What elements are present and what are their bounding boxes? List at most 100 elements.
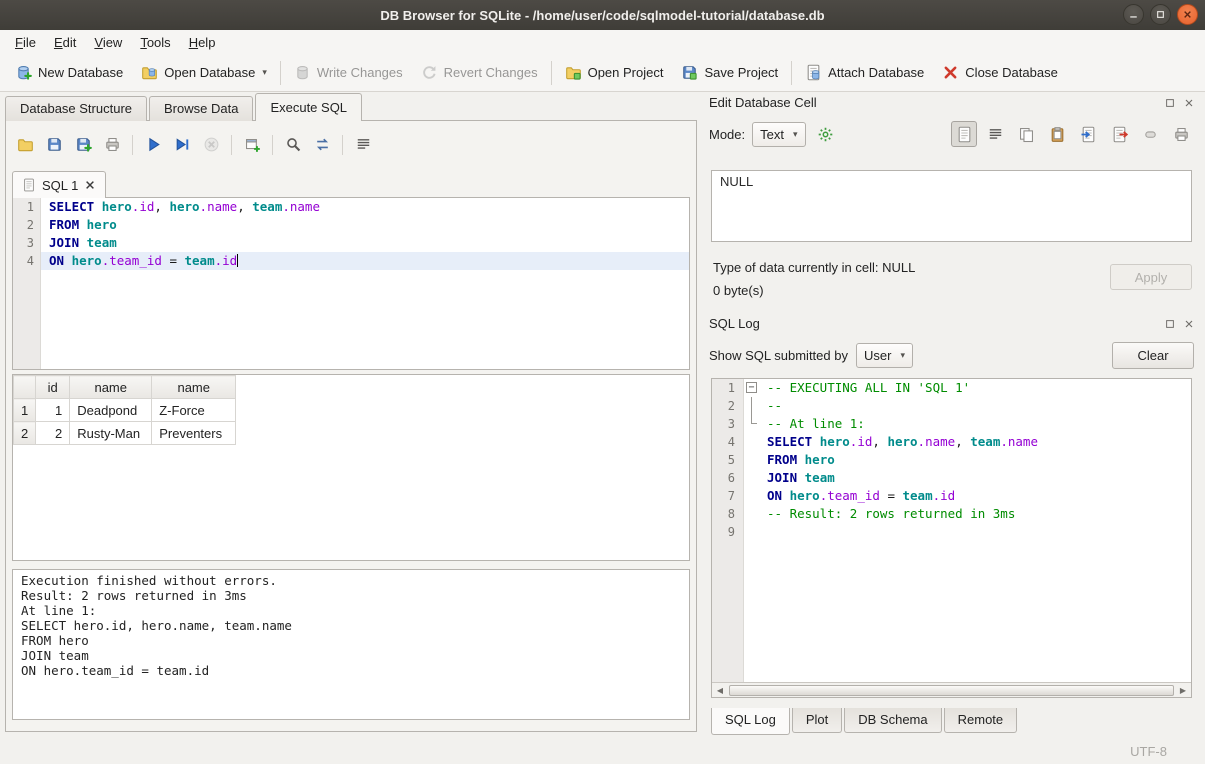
- dock-tab-plot[interactable]: Plot: [792, 708, 842, 733]
- toolbar-separator: [551, 61, 552, 85]
- code-token: hero: [72, 253, 102, 268]
- save-sql-file-button[interactable]: [41, 132, 67, 158]
- execution-message[interactable]: Execution finished without errors. Resul…: [12, 569, 690, 720]
- print-button[interactable]: [1168, 121, 1194, 147]
- import-button[interactable]: [1075, 121, 1101, 147]
- tab-database-structure[interactable]: Database Structure: [5, 96, 147, 121]
- log-horizontal-scrollbar[interactable]: ◀ ▶: [712, 682, 1191, 697]
- results-cell[interactable]: Rusty-Man: [70, 422, 152, 445]
- results-cell[interactable]: Deadpond: [70, 399, 152, 422]
- dock-tab-remote[interactable]: Remote: [944, 708, 1018, 733]
- scroll-left-icon[interactable]: ◀: [712, 686, 728, 695]
- code-text: FROM hero: [41, 216, 689, 234]
- scrollbar-thumb[interactable]: [729, 685, 1174, 696]
- menu-item-view[interactable]: View: [85, 32, 131, 53]
- close-icon: [1183, 318, 1195, 330]
- scroll-right-icon[interactable]: ▶: [1175, 686, 1191, 695]
- cell-mode-row: Mode: Text ▾: [709, 121, 1194, 147]
- new-database-button[interactable]: New Database: [6, 59, 132, 86]
- copy-icon: [1018, 126, 1035, 143]
- results-column-header[interactable]: name: [70, 376, 152, 399]
- open-project-button[interactable]: Open Project: [556, 59, 673, 86]
- code-token: .id: [215, 253, 238, 268]
- maximize-button[interactable]: [1150, 4, 1171, 25]
- menu-item-help[interactable]: Help: [180, 32, 225, 53]
- open-in-external-button[interactable]: [813, 121, 839, 147]
- results-cell[interactable]: Z-Force: [152, 399, 236, 422]
- results-column-header[interactable]: name: [152, 376, 236, 399]
- new-tab-icon: [244, 136, 261, 153]
- execute-line-button[interactable]: [169, 132, 195, 158]
- results-cell[interactable]: Preventers: [152, 422, 236, 445]
- sql-doc-tab[interactable]: SQL 1: [12, 171, 106, 198]
- execute-all-button[interactable]: [140, 132, 166, 158]
- sql-editor[interactable]: 1SELECT hero.id, hero.name, team.name2FR…: [12, 197, 690, 370]
- line-number: 9: [712, 523, 744, 541]
- paste-button[interactable]: [1044, 121, 1070, 147]
- new-tab-button[interactable]: [239, 132, 265, 158]
- format-sql-button[interactable]: [350, 132, 376, 158]
- menu-item-file[interactable]: File: [6, 32, 45, 53]
- menu-item-tools[interactable]: Tools: [131, 32, 179, 53]
- fold-margin: [744, 451, 759, 469]
- open-in-external-icon: [817, 126, 834, 143]
- toolbar-separator: [280, 61, 281, 85]
- results-row-header[interactable]: 1: [14, 399, 36, 422]
- mode-combo[interactable]: Text ▾: [752, 122, 805, 147]
- dock-tab-sql-log[interactable]: SQL Log: [711, 708, 790, 735]
- code-token: --: [767, 398, 782, 413]
- float-panel-button[interactable]: [1162, 95, 1177, 110]
- close-panel-button[interactable]: [1181, 316, 1196, 331]
- titlebar[interactable]: DB Browser for SQLite - /home/user/code/…: [0, 0, 1205, 30]
- code-text: SELECT hero.id, hero.name, team.name: [759, 433, 1191, 451]
- new-database-label: New Database: [38, 65, 123, 80]
- save-sql-as-button[interactable]: [70, 132, 96, 158]
- open-sql-file-button[interactable]: [12, 132, 38, 158]
- code-token: .name: [282, 199, 320, 214]
- table-row: 11DeadpondZ-Force: [14, 399, 236, 422]
- code-token: FROM: [767, 452, 797, 467]
- replace-button[interactable]: [309, 132, 335, 158]
- print-button[interactable]: [99, 132, 125, 158]
- menu-item-edit[interactable]: Edit: [45, 32, 85, 53]
- code-line: 4SELECT hero.id, hero.name, team.name: [712, 433, 1191, 451]
- results-column-header[interactable]: id: [36, 376, 70, 399]
- code-token: =: [162, 253, 185, 268]
- results-cell[interactable]: 1: [36, 399, 70, 422]
- export-button[interactable]: [1106, 121, 1132, 147]
- save-project-button[interactable]: Save Project: [672, 59, 787, 86]
- close-tab-icon[interactable]: [84, 179, 96, 191]
- copy-button[interactable]: [1013, 121, 1039, 147]
- open-sql-file-icon: [17, 136, 34, 153]
- window-close-icon: [1181, 8, 1194, 21]
- fold-collapse-icon[interactable]: −: [746, 382, 757, 393]
- results-row-header[interactable]: 2: [14, 422, 36, 445]
- minimize-button[interactable]: [1123, 4, 1144, 25]
- set-null-button[interactable]: [1137, 121, 1163, 147]
- toolbar-separator: [231, 135, 232, 155]
- open-database-button[interactable]: Open Database▾: [132, 59, 276, 86]
- float-panel-button[interactable]: [1162, 316, 1177, 331]
- submitted-by-combo[interactable]: User ▾: [856, 343, 913, 368]
- close-database-button[interactable]: Close Database: [933, 59, 1067, 86]
- clear-button[interactable]: Clear: [1112, 342, 1194, 369]
- sql-log-view[interactable]: 1−-- EXECUTING ALL IN 'SQL 1'2--3-- At l…: [712, 379, 1191, 682]
- close-button[interactable]: [1177, 4, 1198, 25]
- tab-execute-sql[interactable]: Execute SQL: [255, 93, 362, 121]
- results-grid[interactable]: idnamename11DeadpondZ-Force22Rusty-ManPr…: [12, 374, 690, 561]
- dock-tab-db-schema[interactable]: DB Schema: [844, 708, 941, 733]
- fold-margin: [744, 487, 759, 505]
- text-mode-button[interactable]: [951, 121, 977, 147]
- cell-editor[interactable]: NULL: [711, 170, 1192, 242]
- tab-browse-data[interactable]: Browse Data: [149, 96, 253, 121]
- close-panel-button[interactable]: [1181, 95, 1196, 110]
- code-token: ON: [49, 253, 64, 268]
- attach-database-button[interactable]: Attach Database: [796, 59, 933, 86]
- code-token: SELECT: [49, 199, 94, 214]
- find-button[interactable]: [280, 132, 306, 158]
- code-token: team: [87, 235, 117, 250]
- code-token: [94, 199, 102, 214]
- sql-log-header: SQL Log: [709, 316, 1196, 331]
- word-wrap-button[interactable]: [982, 121, 1008, 147]
- results-cell[interactable]: 2: [36, 422, 70, 445]
